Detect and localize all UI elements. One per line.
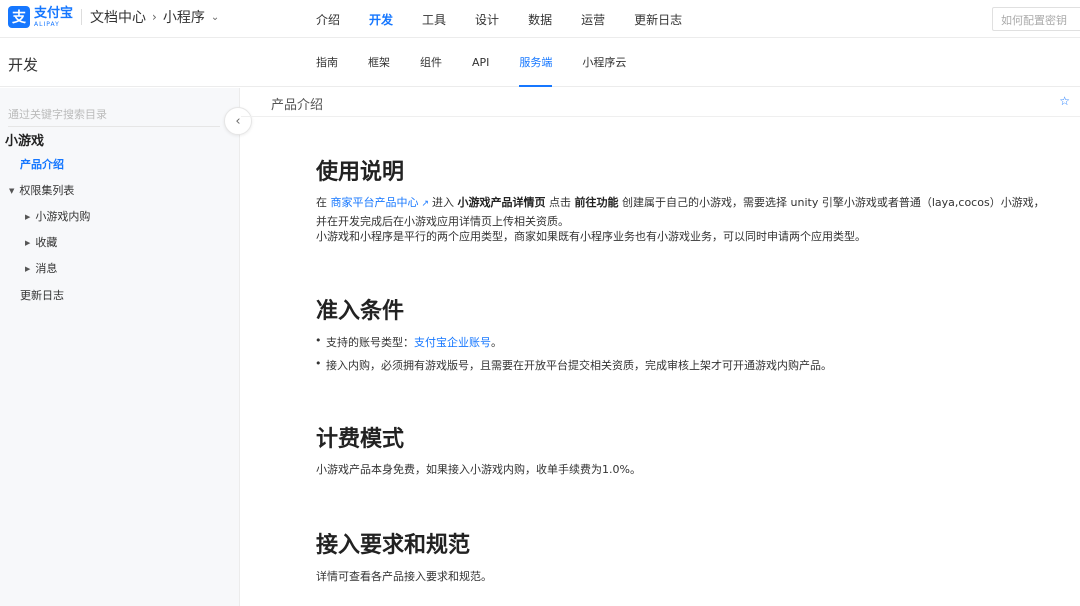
topnav-intro[interactable]: 介绍 xyxy=(316,11,340,28)
main-content: 产品介绍 ☆ 使用说明 在 商家平台产品中心 ↗ 进入 小游戏产品详情页 点击 前往… xyxy=(241,88,1080,606)
topnav-design[interactable]: 设计 xyxy=(475,11,499,28)
sidebar-item-label: 小游戏内购 xyxy=(35,210,91,223)
tab-server[interactable]: 服务端 xyxy=(519,39,553,87)
breadcrumb: 文档中心 › 小程序 ⌄ xyxy=(90,7,219,27)
sidebar-item-label: 消息 xyxy=(35,262,58,275)
sidebar-item-intro[interactable]: 产品介绍 xyxy=(20,156,64,172)
tab-cloud[interactable]: 小程序云 xyxy=(582,39,626,87)
access-bullet-1: 支持的账号类型：支付宝企业账号。 xyxy=(315,334,502,350)
enterprise-account-link[interactable]: 支付宝企业账号 xyxy=(414,336,491,349)
tab-framework[interactable]: 框架 xyxy=(368,39,390,87)
star-icon[interactable]: ☆ xyxy=(1059,94,1070,108)
bold-product-page: 小游戏产品详情页 xyxy=(457,196,546,209)
topnav-changelog[interactable]: 更新日志 xyxy=(634,11,682,28)
header-divider xyxy=(241,116,1080,117)
access-bullet-2: 接入内购，必须拥有游戏版号，且需要在开放平台提交相关资质，完成审核上架才可开通游… xyxy=(315,357,832,373)
requirements-paragraph: 详情可查看各产品接入要求和规范。 xyxy=(316,570,492,583)
text-mid: 点击 xyxy=(545,196,575,209)
heading-billing: 计费模式 xyxy=(316,427,405,452)
breadcrumb-miniprogram[interactable]: 小程序 xyxy=(163,7,205,27)
billing-paragraph: 小游戏产品本身免费，如果接入小游戏内购，收单手续费为1.0%。 xyxy=(316,463,641,476)
sub-nav: 指南 框架 组件 API 服务端 小程序云 xyxy=(316,39,656,87)
sidebar-item-message[interactable]: ▶ 消息 xyxy=(25,260,57,276)
usage-paragraph-2: 小游戏和小程序是平行的两个应用类型，商家如果既有小程序业务也有小游戏业务，可以同… xyxy=(316,230,866,243)
sidebar-item-iap[interactable]: ▶ 小游戏内购 xyxy=(25,208,90,224)
logo-divider xyxy=(81,9,83,25)
heading-requirements: 接入要求和规范 xyxy=(316,533,471,558)
caret-right-icon: ▶ xyxy=(25,213,31,221)
sidebar-item-label: 权限集列表 xyxy=(19,184,75,197)
search-input[interactable]: 如何配置密钥 xyxy=(992,7,1080,31)
sidebar-item-changelog[interactable]: 更新日志 xyxy=(20,287,64,303)
bold-go-feature: 前往功能 xyxy=(574,196,619,209)
logo-area[interactable]: 支 支付宝 ALIPAY 文档中心 › 小程序 ⌄ xyxy=(8,6,219,28)
merchant-product-center-link[interactable]: 商家平台产品中心 xyxy=(331,196,419,209)
text-mid: 进入 xyxy=(432,196,458,209)
usage-paragraph-1: 在 商家平台产品中心 ↗ 进入 小游戏产品详情页 点击 前往功能 创建属于自己的小游… xyxy=(316,194,1046,230)
logo-cn: 支付宝 xyxy=(34,5,74,21)
tab-guide[interactable]: 指南 xyxy=(316,39,338,87)
heading-access: 准入条件 xyxy=(316,299,405,324)
tab-components[interactable]: 组件 xyxy=(420,39,442,87)
alipay-logo-text: 支付宝 ALIPAY xyxy=(34,7,73,28)
heading-usage: 使用说明 xyxy=(316,160,405,185)
page-title: 产品介绍 xyxy=(271,98,324,113)
logo-en: ALIPAY xyxy=(34,20,60,28)
section-title: 开发 xyxy=(8,56,39,74)
top-nav: 介绍 开发 工具 设计 数据 运营 更新日志 xyxy=(316,0,711,38)
chevron-down-icon[interactable]: ⌄ xyxy=(211,12,219,23)
sidebar-search-input[interactable]: 通过关键字搜索目录 xyxy=(8,106,220,127)
sidebar: 通过关键字搜索目录 小游戏 产品介绍 ▼ 权限集列表 ▶ 小游戏内购 ▶ 收藏 ▶ 消息… xyxy=(0,88,240,606)
sidebar-item-collect[interactable]: ▶ 收藏 xyxy=(25,234,57,250)
breadcrumb-separator-icon: › xyxy=(152,10,157,24)
text-prefix: 在 xyxy=(316,196,331,209)
topnav-data[interactable]: 数据 xyxy=(528,11,552,28)
text-prefix: 支持的账号类型： xyxy=(326,336,414,349)
topnav-operation[interactable]: 运营 xyxy=(581,11,605,28)
tab-api[interactable]: API xyxy=(472,39,489,87)
alipay-logo-icon: 支 xyxy=(8,6,30,28)
external-link-icon: ↗ xyxy=(421,199,430,209)
sidebar-item-label: 收藏 xyxy=(35,236,58,249)
text-suffix: 。 xyxy=(491,336,502,349)
breadcrumb-doc-center[interactable]: 文档中心 xyxy=(90,7,146,27)
topnav-tools[interactable]: 工具 xyxy=(422,11,446,28)
sidebar-group-title: 小游戏 xyxy=(5,134,45,149)
sidebar-item-permissions[interactable]: ▼ 权限集列表 xyxy=(9,182,74,198)
caret-right-icon: ▶ xyxy=(25,265,31,273)
sub-header: 开发 指南 框架 组件 API 服务端 小程序云 xyxy=(0,39,1080,87)
top-header: 支 支付宝 ALIPAY 文档中心 › 小程序 ⌄ 介绍 开发 工具 设计 数据… xyxy=(0,0,1080,38)
topnav-develop[interactable]: 开发 xyxy=(369,11,393,28)
caret-down-icon: ▼ xyxy=(9,187,15,195)
caret-right-icon: ▶ xyxy=(25,239,31,247)
